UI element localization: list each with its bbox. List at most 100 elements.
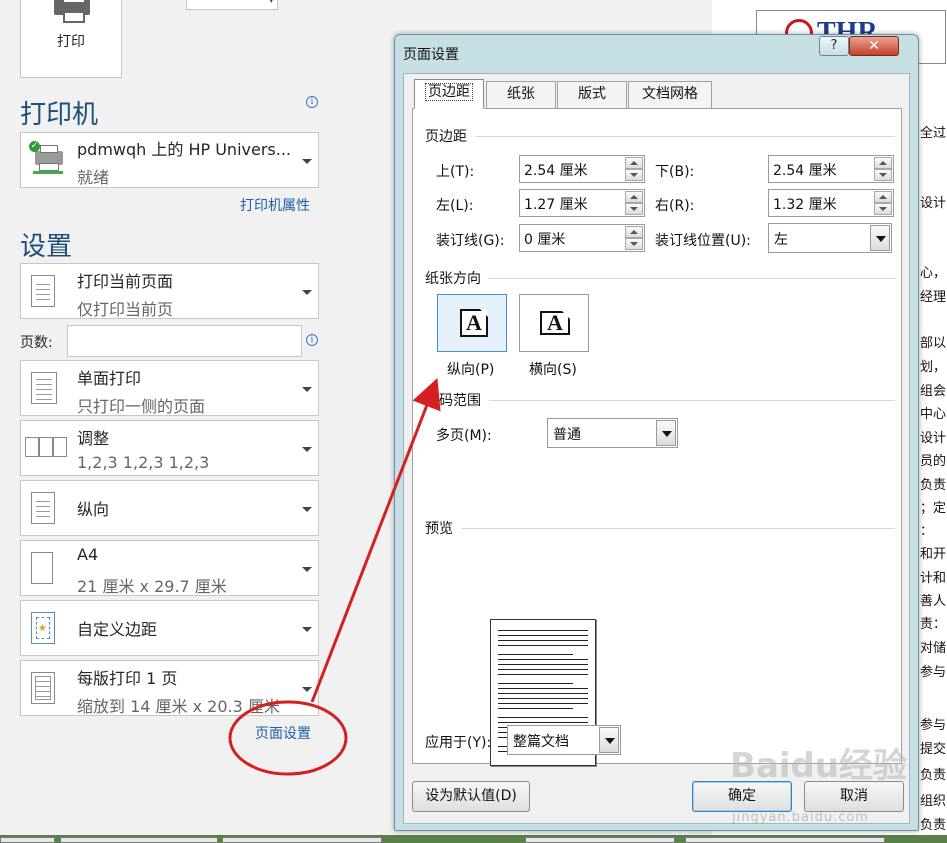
printer-dropdown[interactable]: ✓ pdmwqh 上的 HP Univers... 就绪 [20, 132, 319, 188]
multiple-pages-select[interactable]: 普通 [547, 418, 678, 448]
doc-line: 经理 [920, 290, 947, 305]
spin-down-icon[interactable] [625, 169, 643, 181]
chevron-down-icon[interactable] [656, 420, 676, 446]
preview-text-line [498, 708, 573, 709]
chevron-down-icon [302, 507, 312, 512]
spin-down-icon[interactable] [874, 169, 892, 181]
right-margin-label: 右(R): [655, 198, 695, 214]
chevron-down-icon[interactable] [870, 225, 890, 251]
printer-properties-link[interactable]: 打印机属性 [240, 195, 310, 215]
pages-info-icon[interactable]: i [306, 334, 318, 346]
spin-up-icon[interactable] [625, 226, 643, 238]
print-range-dropdown[interactable]: 打印当前页面 仅打印当前页 [20, 263, 319, 319]
preview-text-line [498, 640, 588, 641]
chevron-down-icon [302, 159, 312, 164]
right-margin-spinner[interactable]: 1.32 厘米 [768, 189, 894, 217]
gutter-value: 0 厘米 [524, 232, 566, 248]
top-margin-value: 2.54 厘米 [524, 163, 588, 179]
left-margin-label: 左(L): [436, 198, 474, 214]
pages-per-sheet-icon [31, 672, 55, 704]
taskbar-button[interactable] [525, 837, 675, 843]
taskbar-button[interactable] [0, 837, 55, 843]
taskbar-button[interactable] [60, 837, 218, 843]
chevron-down-icon[interactable] [599, 727, 619, 753]
spin-up-icon[interactable] [874, 157, 892, 169]
settings-heading: 设置 [20, 232, 73, 262]
pages-per-sheet-dropdown[interactable]: 每版打印 1 页 缩放到 14 厘米 x 20.3 厘米 [20, 660, 319, 716]
taskbar-button[interactable] [685, 837, 885, 843]
spin-up-icon[interactable] [625, 191, 643, 203]
printer-info-icon[interactable]: i [306, 96, 318, 108]
right-margin-value: 1.32 厘米 [773, 197, 837, 213]
doc-line: 划， [920, 360, 947, 375]
top-margin-spinner[interactable]: 2.54 厘米 [519, 155, 645, 183]
help-button[interactable]: ? [819, 36, 849, 56]
apply-to-select[interactable]: 整篇文档 [507, 725, 621, 755]
page-setup-dialog: 页面设置 ? ✕ 页边距 纸张 版式 文档网格 页边距 上(T): 2.54 厘… [394, 34, 919, 831]
doc-line: 善人 [920, 594, 947, 609]
spin-up-icon[interactable] [874, 191, 892, 203]
set-default-button[interactable]: 设为默认值(D) [412, 781, 530, 812]
taskbar-button[interactable] [222, 837, 382, 843]
spin-up-icon[interactable] [625, 157, 643, 169]
preview-text-line [498, 645, 588, 646]
preview-text-line [498, 693, 588, 694]
paper-size-dropdown[interactable]: A4 21 厘米 x 29.7 厘米 [20, 540, 319, 596]
apply-to-value: 整篇文档 [513, 734, 569, 750]
printer-status: 就绪 [77, 168, 110, 187]
preview-text-line [498, 688, 588, 689]
pages-input[interactable] [67, 325, 302, 357]
gutter-label: 装订线(G): [436, 233, 505, 249]
sides-desc: 只打印一侧的页面 [77, 397, 206, 416]
doc-line: 设计 [920, 431, 947, 446]
collate-dropdown[interactable]: 调整 1,2,3 1,2,3 1,2,3 [20, 420, 319, 476]
doc-line: 组会 [920, 384, 947, 399]
spin-down-icon[interactable] [874, 203, 892, 215]
top-margin-label: 上(T): [436, 164, 475, 180]
page-setup-link[interactable]: 页面设置 [255, 723, 311, 743]
dialog-body: 页边距 纸张 版式 文档网格 页边距 上(T): 2.54 厘米 下(B): 2… [403, 73, 910, 824]
copies-input[interactable] [186, 0, 278, 10]
landscape-option[interactable]: A [519, 294, 589, 352]
tab-layout[interactable]: 版式 [557, 81, 627, 108]
preview-text-line [498, 635, 588, 636]
dialog-title: 页面设置 [403, 47, 459, 63]
preview-text-line [498, 669, 588, 670]
tab-margins[interactable]: 页边距 [414, 79, 484, 109]
close-button[interactable]: ✕ [849, 36, 899, 56]
doc-line: 心， [920, 266, 947, 281]
preview-text-line [498, 654, 573, 655]
print-button[interactable]: 打印 [20, 0, 122, 78]
collate-desc: 1,2,3 1,2,3 1,2,3 [77, 453, 210, 472]
portrait-option[interactable]: A [437, 294, 507, 352]
landscape-label[interactable]: 横向(S) [529, 359, 577, 379]
pages-label: 页数: [20, 335, 53, 351]
printer-name: pdmwqh 上的 HP Univers... [77, 140, 292, 159]
spin-down-icon[interactable] [625, 203, 643, 215]
sides-dropdown[interactable]: 单面打印 只打印一侧的页面 [20, 360, 319, 416]
orientation-label: 纵向 [77, 500, 110, 519]
left-margin-spinner[interactable]: 1.27 厘米 [519, 189, 645, 217]
bottom-margin-spinner[interactable]: 2.54 厘米 [768, 155, 894, 183]
multiple-pages-label: 多页(M): [436, 428, 492, 444]
group-divider [489, 278, 895, 279]
spin-down-icon[interactable] [625, 238, 643, 250]
preview-text-line [498, 698, 588, 699]
doc-line: 组织 [920, 794, 947, 809]
chevron-down-icon [302, 447, 312, 452]
preview-text-line [498, 717, 588, 718]
chevron-down-icon [302, 567, 312, 572]
group-divider [461, 528, 895, 529]
orientation-dropdown[interactable]: 纵向 [20, 480, 319, 536]
tab-document-grid[interactable]: 文档网格 [628, 81, 712, 108]
doc-line: 提交 [920, 742, 947, 757]
bottom-margin-label: 下(B): [655, 164, 695, 180]
margins-dropdown[interactable]: ★ 自定义边距 [20, 600, 319, 656]
gutter-position-select[interactable]: 左 [768, 223, 892, 253]
one-sided-icon [31, 372, 57, 404]
portrait-icon: A [460, 309, 488, 337]
gutter-spinner[interactable]: 0 厘米 [519, 224, 645, 252]
portrait-label[interactable]: 纵向(P) [447, 359, 494, 379]
chevron-down-icon [302, 687, 312, 692]
tab-paper[interactable]: 纸张 [486, 81, 556, 108]
